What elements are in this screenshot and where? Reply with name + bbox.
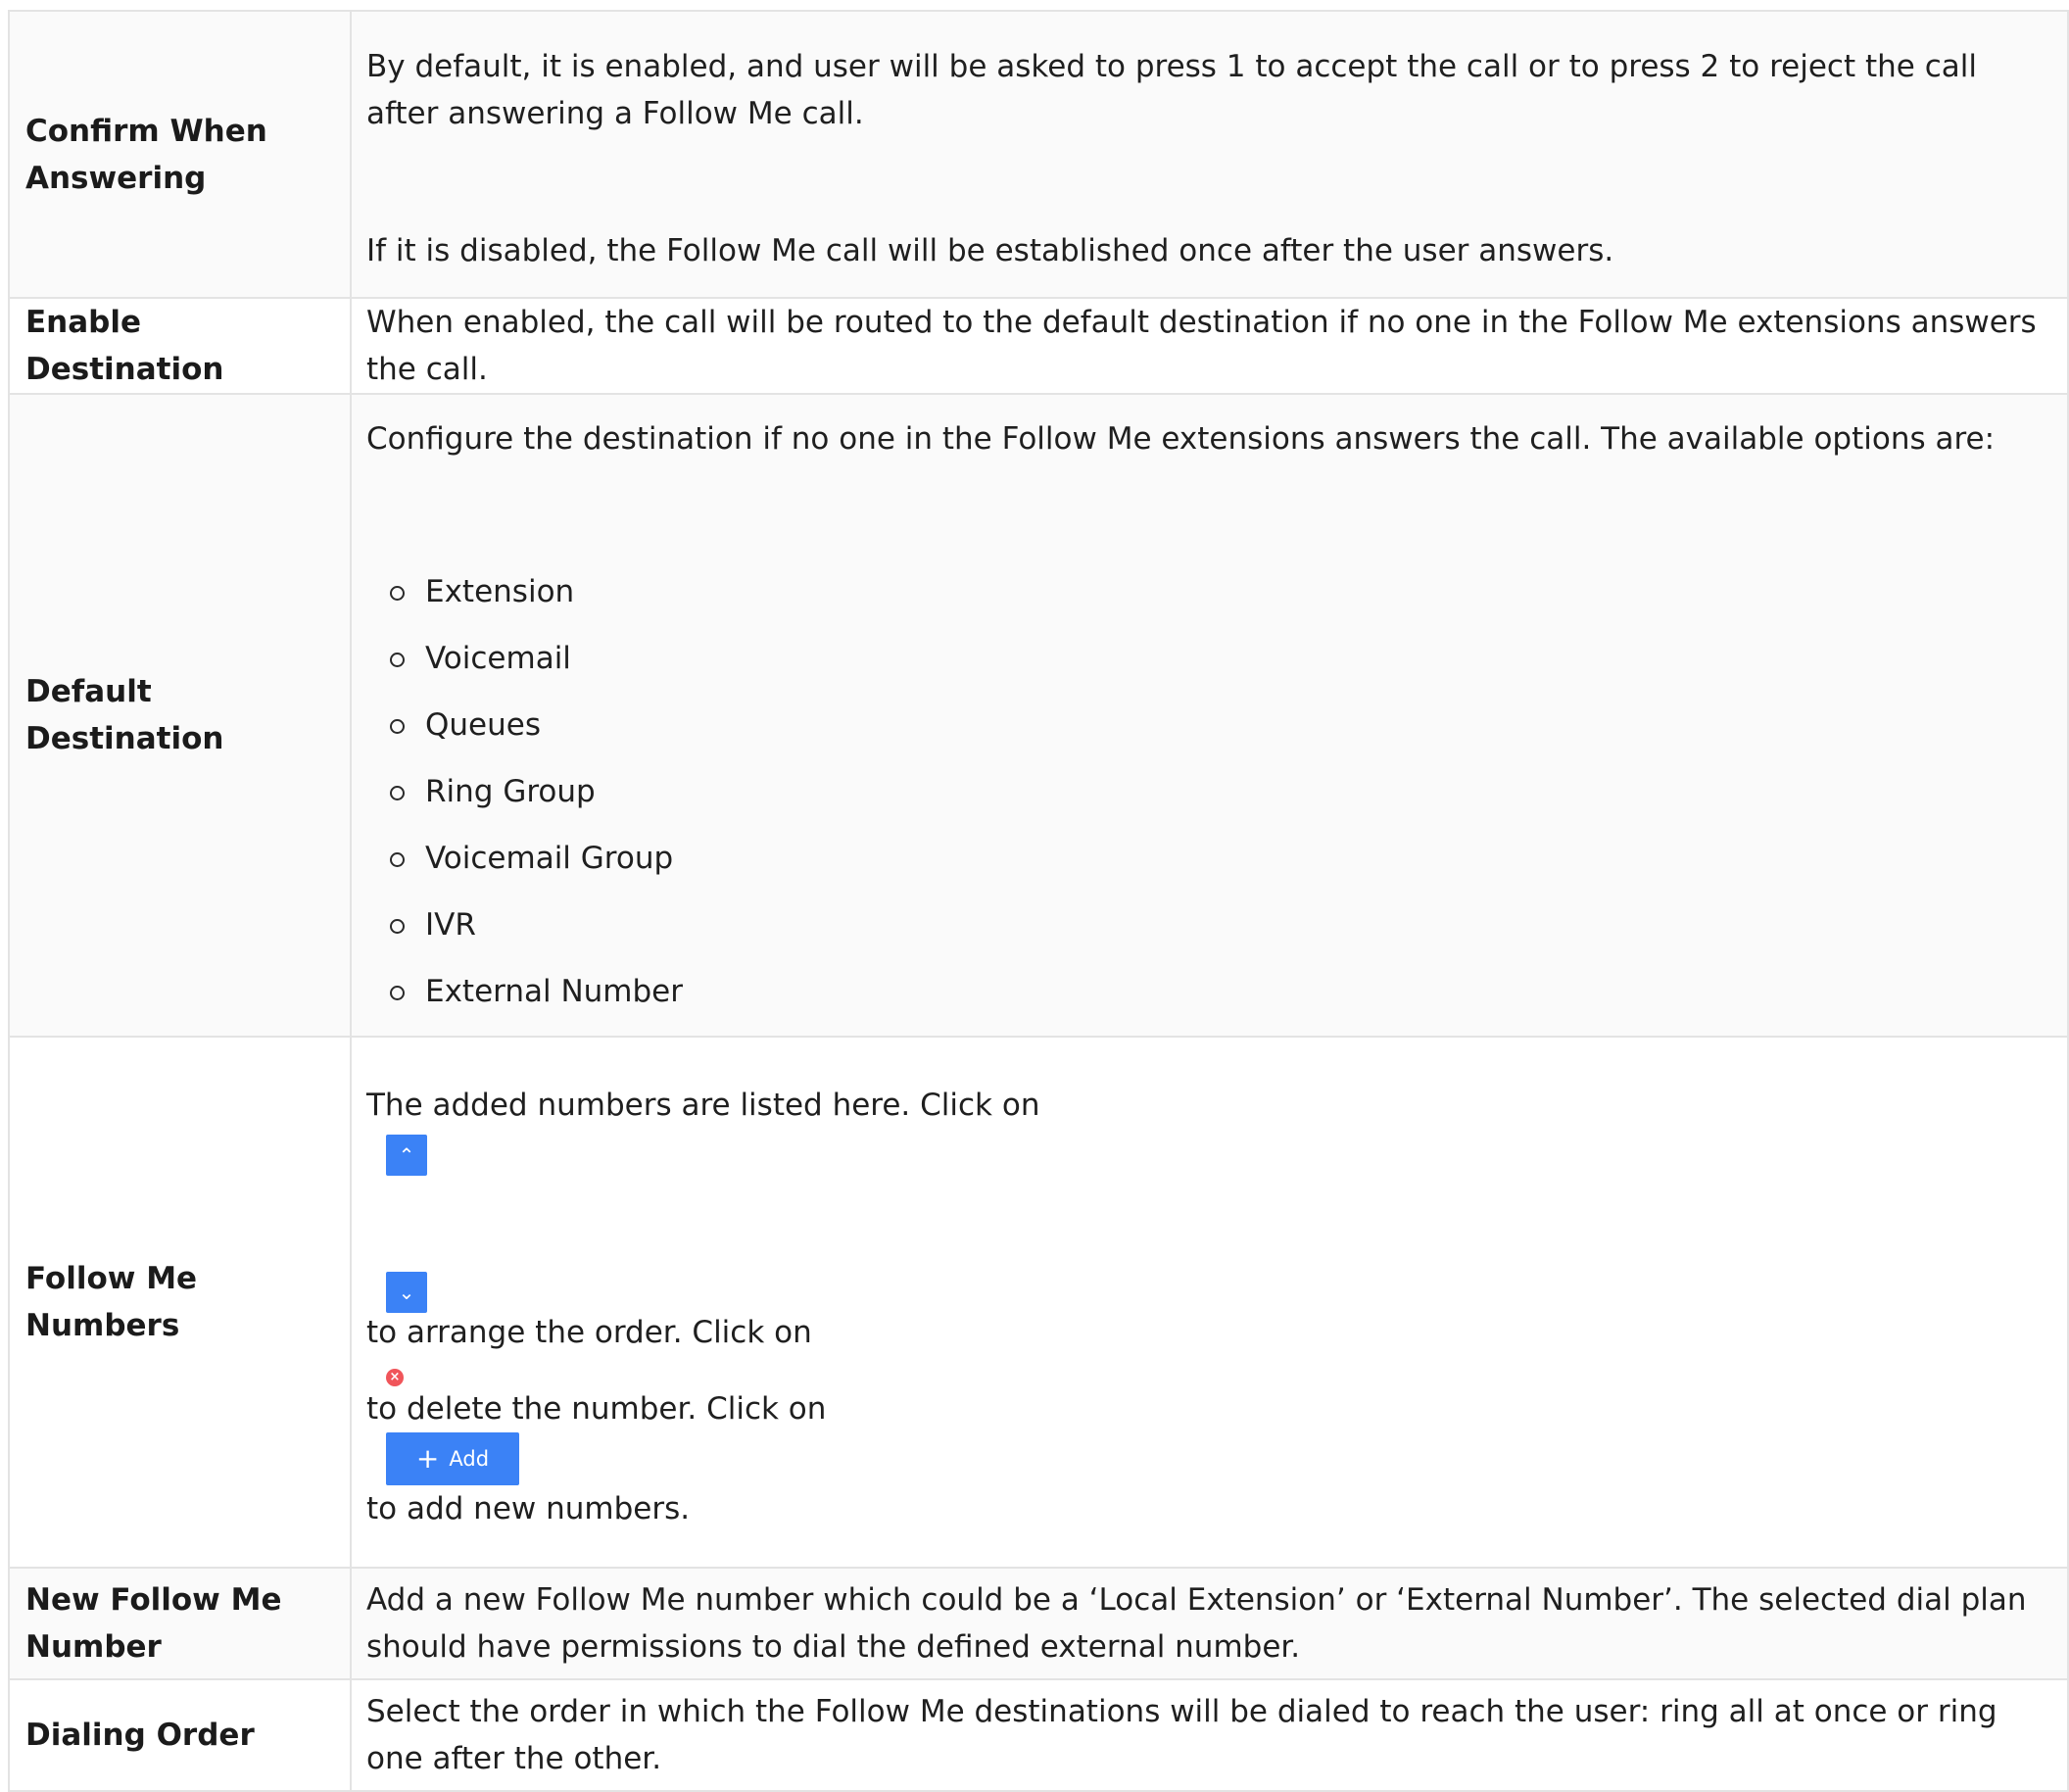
bullet-icon	[390, 785, 405, 800]
list-item: Ring Group	[390, 758, 2047, 825]
bullet-icon	[390, 918, 405, 934]
table-row-default-destination: Default Destination Configure the destin…	[8, 393, 2069, 1038]
row-description: Select the order in which the Follow Me …	[350, 1678, 2069, 1792]
description-text: to arrange the order. Click on	[366, 1315, 812, 1350]
row-description: When enabled, the call will be routed to…	[350, 297, 2069, 395]
bullet-icon	[390, 652, 405, 667]
table-row-confirm-when-answering: Confirm When Answering By default, it is…	[8, 10, 2069, 299]
description-text: The added numbers are listed here. Click…	[366, 1088, 1040, 1123]
page: Confirm When Answering By default, it is…	[0, 0, 2069, 1792]
bullet-icon	[390, 985, 405, 1000]
row-description: The added numbers are listed here. Click…	[350, 1036, 2069, 1569]
parameters-table: Confirm When Answering By default, it is…	[8, 10, 2069, 1792]
list-item: Extension	[390, 558, 2047, 625]
description-text: to add new numbers.	[366, 1491, 691, 1526]
table-row-follow-me-numbers: Follow Me Numbers The added numbers are …	[8, 1036, 2069, 1569]
list-item: Voicemail	[390, 625, 2047, 692]
row-label: Dialing Order	[8, 1678, 352, 1792]
add-button-label: Add	[449, 1447, 490, 1471]
bullet-icon	[390, 718, 405, 734]
table-row-new-follow-me-number: New Follow Me Number Add a new Follow Me…	[8, 1567, 2069, 1680]
row-description: By default, it is enabled, and user will…	[350, 10, 2069, 299]
row-label: New Follow Me Number	[8, 1567, 352, 1680]
list-item: IVR	[390, 892, 2047, 958]
chevron-down-icon[interactable]: ⌄	[386, 1272, 427, 1313]
row-label: Confirm When Answering	[8, 10, 352, 299]
description-paragraph: If it is disabled, the Follow Me call wi…	[366, 233, 1614, 268]
chevron-up-icon[interactable]: ⌃	[386, 1135, 427, 1176]
list-item: External Number	[390, 958, 2047, 1025]
destination-options-list: Extension Voicemail Queues Ring Group Vo…	[366, 558, 2047, 1025]
bullet-icon	[390, 585, 405, 601]
list-item: Voicemail Group	[390, 825, 2047, 892]
description-text: to delete the number. Click on	[366, 1391, 827, 1427]
row-description: Add a new Follow Me number which could b…	[350, 1567, 2069, 1680]
plus-icon: +	[415, 1442, 440, 1475]
add-button[interactable]: + Add	[386, 1432, 519, 1485]
row-label: Follow Me Numbers	[8, 1036, 352, 1569]
row-label: Default Destination	[8, 393, 352, 1038]
list-item: Queues	[390, 692, 2047, 758]
description-paragraph: By default, it is enabled, and user will…	[366, 49, 1977, 131]
table-row-dialing-order: Dialing Order Select the order in which …	[8, 1678, 2069, 1792]
row-description: Configure the destination if no one in t…	[350, 393, 2069, 1038]
table-row-enable-destination: Enable Destination When enabled, the cal…	[8, 297, 2069, 395]
row-label: Enable Destination	[8, 297, 352, 395]
bullet-icon	[390, 851, 405, 867]
description-intro: Configure the destination if no one in t…	[366, 420, 1996, 457]
close-circle-icon[interactable]: ×	[386, 1369, 404, 1386]
